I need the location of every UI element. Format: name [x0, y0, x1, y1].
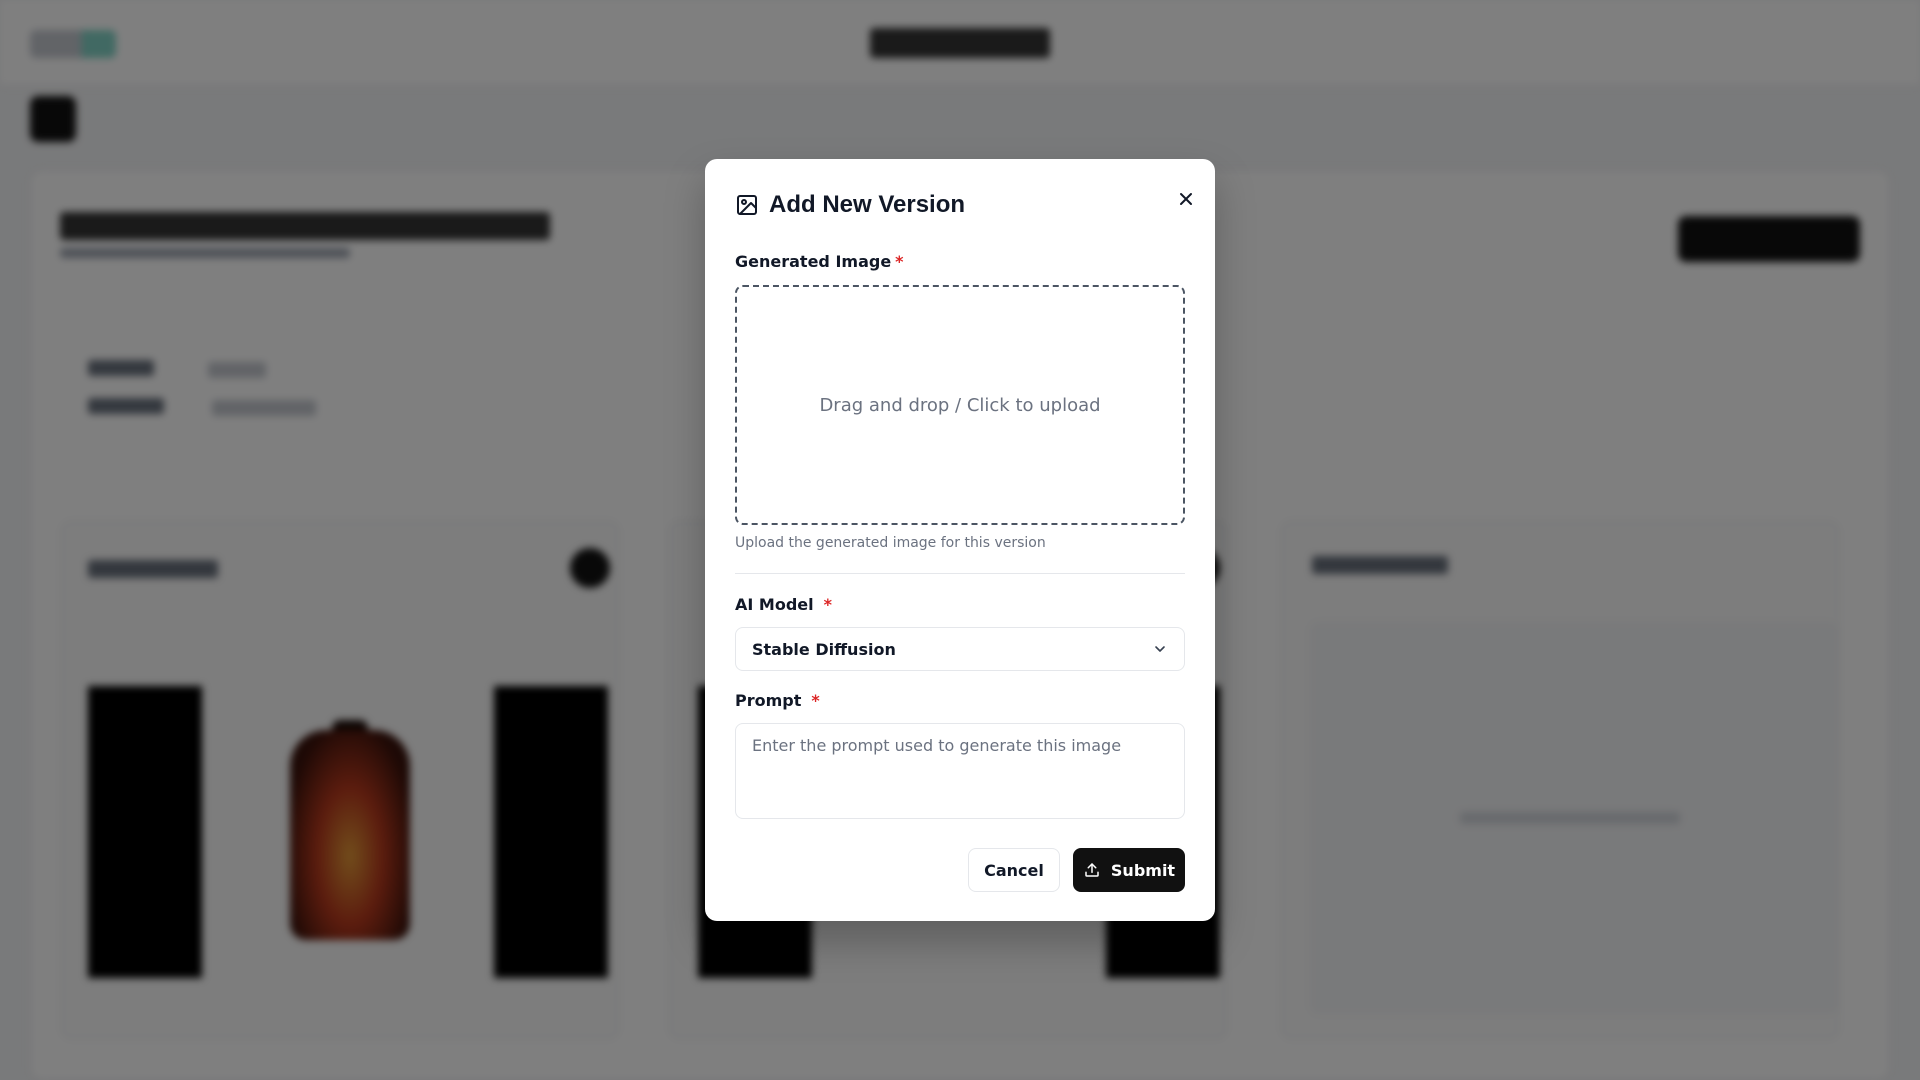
image-icon [735, 193, 759, 217]
close-icon [1178, 191, 1194, 207]
chevron-down-icon [1152, 641, 1168, 657]
generated-image-label: Generated Image * [735, 252, 904, 271]
add-version-modal: Add New Version Generated Image * Drag an… [705, 159, 1215, 921]
modal-header: Add New Version [735, 191, 965, 219]
required-mark: * [895, 252, 904, 271]
ai-model-label-text: AI Model [735, 595, 814, 614]
divider [735, 573, 1185, 574]
required-mark: * [823, 595, 832, 614]
ai-model-select[interactable]: Stable Diffusion [735, 627, 1185, 671]
submit-button-label: Submit [1110, 860, 1176, 880]
upload-icon [1083, 861, 1101, 879]
modal-title: Add New Version [769, 191, 966, 218]
required-mark: * [811, 691, 820, 710]
cancel-button[interactable]: Cancel [968, 848, 1060, 892]
dropzone-text: Drag and drop / Click to upload [819, 394, 1101, 416]
ai-model-label: AI Model * [735, 595, 832, 614]
prompt-label: Prompt * [735, 691, 820, 710]
ai-model-selected-value: Stable Diffusion [752, 639, 896, 659]
close-button[interactable] [1168, 181, 1204, 217]
prompt-input[interactable] [735, 723, 1185, 819]
cancel-button-label: Cancel [984, 860, 1044, 880]
generated-image-label-text: Generated Image [735, 252, 892, 271]
submit-button[interactable]: Submit [1073, 848, 1185, 892]
prompt-label-text: Prompt [735, 691, 802, 710]
image-upload-dropzone[interactable]: Drag and drop / Click to upload [735, 285, 1185, 525]
upload-help-text: Upload the generated image for this vers… [735, 535, 1046, 551]
